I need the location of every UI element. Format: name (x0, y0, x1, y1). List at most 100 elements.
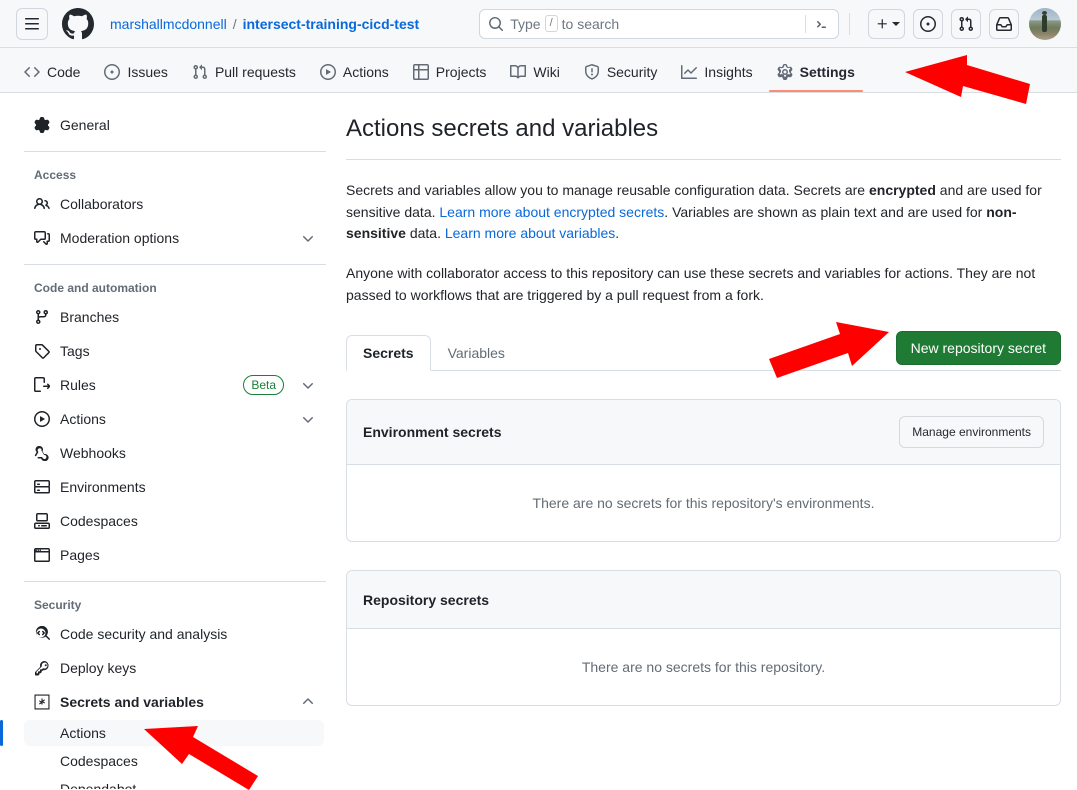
git-pull-request-icon (959, 16, 974, 31)
chevron-down-icon[interactable] (300, 230, 316, 246)
sidebar-item-branches-label: Branches (60, 309, 120, 325)
github-mark-icon (62, 7, 94, 39)
your-issues-button[interactable] (913, 8, 943, 39)
search-divider (805, 14, 807, 33)
sidebar-item-actions-label: Actions (60, 411, 106, 427)
secrets-variables-tabbar: Secrets Variables New repository secret (346, 330, 1061, 372)
sidebar-item-environments-label: Environments (60, 479, 146, 495)
chevron-up-icon[interactable] (300, 694, 316, 710)
search-slash-key: / (544, 15, 558, 32)
your-pull-requests-button[interactable] (951, 8, 981, 39)
sidebar-item-actions[interactable]: Actions (24, 403, 326, 435)
github-logo[interactable] (62, 7, 94, 40)
tab-projects[interactable]: Projects (405, 64, 495, 92)
tab-security[interactable]: Security (576, 64, 666, 92)
tab-secrets[interactable]: Secrets (346, 335, 431, 372)
sidebar-heading-security: Security (34, 598, 82, 612)
sidebar-item-rules[interactable]: Rules Beta (24, 369, 326, 401)
sidebar-subitem-dependabot-label: Dependabot (60, 781, 137, 789)
sidebar-item-tags-label: Tags (60, 343, 90, 359)
sidebar-item-webhooks[interactable]: Webhooks (24, 437, 326, 469)
sidebar-divider (24, 264, 326, 265)
header-divider (849, 12, 851, 35)
sidebar-subitem-codespaces[interactable]: Codespaces (24, 748, 324, 774)
terminal-icon[interactable] (814, 16, 830, 32)
webhook-icon (34, 445, 50, 461)
hamburger-icon (25, 17, 39, 29)
breadcrumb-separator: / (232, 15, 237, 32)
sidebar-item-tags[interactable]: Tags (24, 335, 326, 367)
asterisk-icon (34, 694, 50, 710)
book-icon (510, 64, 527, 80)
tab-wiki[interactable]: Wiki (502, 64, 567, 92)
breadcrumb-repo[interactable]: intersect-training-cicd-test (243, 16, 420, 32)
sidebar-item-collaborators[interactable]: Collaborators (24, 188, 326, 220)
people-icon (34, 196, 50, 212)
tab-settings[interactable]: Settings (768, 64, 864, 92)
table-icon (412, 64, 429, 80)
sidebar-item-moderation-options[interactable]: Moderation options (24, 222, 326, 254)
notifications-button[interactable] (989, 8, 1019, 39)
sidebar-item-codespaces[interactable]: Codespaces (24, 505, 326, 537)
link-learn-more-encrypted-secrets[interactable]: Learn more about encrypted secrets (439, 204, 664, 220)
sidebar-item-collaborators-label: Collaborators (60, 196, 144, 212)
settings-sidebar: General Access Collaborators Moderation … (0, 93, 326, 789)
search-input[interactable]: Type / to search (479, 8, 840, 39)
link-learn-more-variables[interactable]: Learn more about variables (445, 225, 615, 241)
sidebar-item-webhooks-label: Webhooks (60, 445, 126, 461)
issue-opened-icon (920, 15, 936, 32)
intro-paragraph-2: Anyone with collaborator access to this … (346, 265, 1036, 303)
tab-secrets-label: Secrets (363, 345, 414, 362)
tab-actions[interactable]: Actions (312, 64, 397, 92)
breadcrumb-owner[interactable]: marshallmcdonnell (110, 16, 227, 32)
hamburger-menu-button[interactable] (16, 7, 48, 40)
sidebar-subitem-actions[interactable]: Actions (0, 720, 324, 746)
sidebar-item-environments[interactable]: Environments (24, 471, 326, 503)
browser-icon (34, 547, 50, 563)
tab-insights-label: Insights (704, 64, 753, 80)
sidebar-item-general[interactable]: General (24, 109, 326, 141)
create-new-button[interactable] (868, 8, 905, 39)
main-content: Actions secrets and variables Secrets an… (326, 93, 1077, 789)
sidebar-item-deploy-keys[interactable]: Deploy keys (24, 652, 326, 684)
code-icon (24, 64, 40, 80)
tab-code[interactable]: Code (16, 64, 88, 92)
sidebar-item-code-security-and-analysis[interactable]: Code security and analysis (24, 618, 326, 650)
beta-badge: Beta (243, 375, 284, 395)
key-icon (34, 660, 50, 676)
sidebar-item-secrets-and-variables[interactable]: Secrets and variables (24, 686, 326, 718)
play-icon (319, 64, 336, 80)
search-placeholder-prefix: Type (510, 15, 541, 32)
sidebar-divider (24, 151, 326, 152)
environment-secrets-header: Environment secrets Manage environments (347, 400, 1060, 466)
graph-icon (681, 64, 698, 80)
tab-insights[interactable]: Insights (673, 64, 760, 92)
chevron-down-icon (892, 21, 900, 26)
new-repository-secret-button[interactable]: New repository secret (895, 331, 1061, 366)
breadcrumb: marshallmcdonnell / intersect-training-c… (110, 16, 419, 32)
git-branch-icon (34, 309, 50, 325)
sidebar-item-pages[interactable]: Pages (24, 539, 326, 571)
comment-discussion-icon (34, 230, 50, 246)
global-header: marshallmcdonnell / intersect-training-c… (0, 0, 1077, 48)
tab-issues[interactable]: Issues (96, 64, 175, 92)
sidebar-item-branches[interactable]: Branches (24, 301, 326, 333)
chevron-down-icon[interactable] (300, 377, 316, 393)
sidebar-item-secrets-and-variables-label: Secrets and variables (60, 694, 204, 710)
repository-secrets-panel: Repository secrets There are no secrets … (346, 570, 1061, 707)
gear-icon (34, 117, 50, 133)
tab-pull-requests[interactable]: Pull requests (184, 64, 304, 92)
search-icon (488, 16, 504, 32)
sidebar-subitem-dependabot[interactable]: Dependabot (24, 776, 324, 789)
tab-code-label: Code (47, 64, 81, 80)
codescan-icon (34, 626, 50, 642)
intro-bold-encrypted: encrypted (868, 182, 936, 198)
avatar[interactable] (1029, 7, 1061, 40)
manage-environments-button[interactable]: Manage environments (899, 416, 1044, 449)
chevron-down-icon[interactable] (300, 411, 316, 427)
repository-secrets-header: Repository secrets (347, 571, 1060, 630)
tab-variables[interactable]: Variables (431, 335, 522, 371)
tab-security-label: Security (606, 64, 658, 80)
intro-text-1: Secrets and variables allow you to manag… (346, 182, 869, 198)
issue-opened-icon (104, 64, 121, 80)
